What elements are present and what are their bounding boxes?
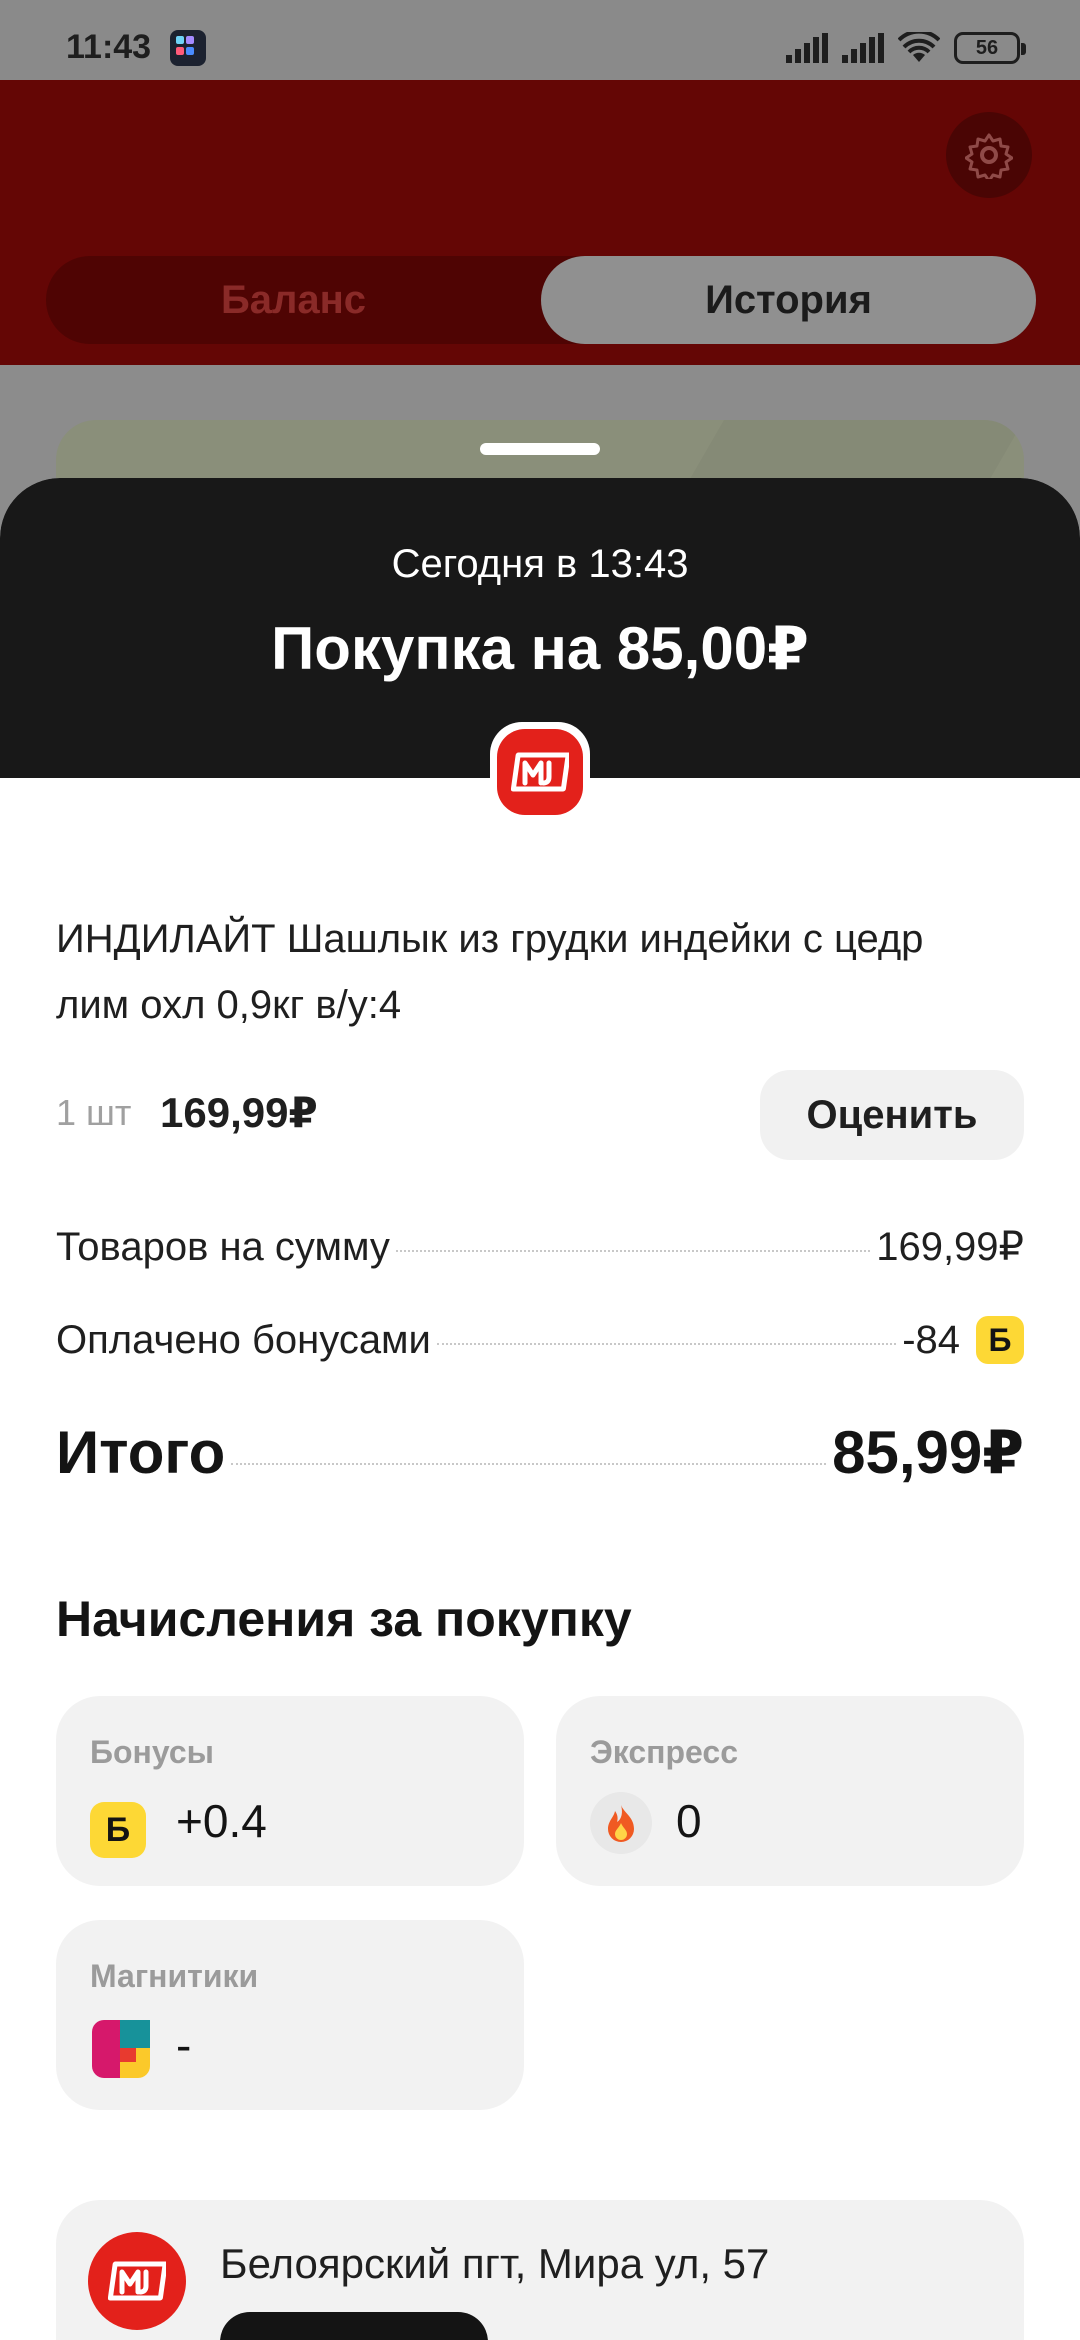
store-card[interactable]: Белоярский пгт, Мира ул, 57 <box>56 2200 1024 2340</box>
signal-icon <box>786 33 828 63</box>
goods-sum-label: Товаров на сумму <box>56 1225 390 1269</box>
store-action-button[interactable] <box>220 2312 488 2340</box>
total-value: 85,99₽ <box>832 1419 1024 1486</box>
signal-icon-2 <box>842 33 884 63</box>
bonus-icon: Б <box>976 1316 1024 1364</box>
leader-dots <box>231 1463 827 1465</box>
express-value: 0 <box>676 1795 702 1847</box>
total-label: Итого <box>56 1419 226 1486</box>
goods-sum-value: 169,99₽ <box>876 1225 1024 1269</box>
bonus-paid-label: Оплачено бонусами <box>56 1317 431 1362</box>
fire-icon <box>590 1792 652 1854</box>
bonus-paid-row: Оплачено бонусами -84 Б <box>56 1316 1024 1364</box>
balance-history-switch: Баланс История <box>46 256 1036 344</box>
bonuses-tile: Бонусы Б +0.4 <box>56 1696 524 1886</box>
leader-dots <box>436 1342 897 1345</box>
leader-dots <box>395 1250 871 1252</box>
status-time: 11:43 <box>66 28 152 66</box>
gear-icon <box>965 133 1013 179</box>
store-address: Белоярский пгт, Мира ул, 57 <box>220 2240 770 2287</box>
magnitiki-label: Магнитики <box>90 1958 259 1994</box>
goods-sum-row: Товаров на сумму 169,99₽ <box>56 1224 1024 1270</box>
magnit-logo-icon <box>511 752 569 792</box>
rate-button[interactable]: Оценить <box>760 1070 1024 1160</box>
status-icons: 56 <box>786 30 1026 66</box>
product-price: 169,99₽ <box>160 1089 318 1136</box>
product-name: ИНДИЛАЙТ Шашлык из грудки индейки с цедр… <box>56 917 924 1027</box>
store-logo-icon <box>88 2232 186 2330</box>
magnitiki-tile: Магнитики - <box>56 1920 524 2110</box>
bonus-icon: Б <box>90 1802 146 1858</box>
tab-history[interactable]: История <box>541 256 1036 344</box>
express-label: Экспресс <box>590 1734 738 1770</box>
magnitiki-icon <box>90 2018 152 2080</box>
total-row: Итого 85,99₽ <box>56 1418 1024 1488</box>
purchase-title: Покупка на 85,00₽ <box>271 615 809 682</box>
purchase-date: Сегодня в 13:43 <box>391 542 689 586</box>
sheet-grabber[interactable] <box>480 443 600 455</box>
accruals-title: Начисления за покупку <box>56 1591 632 1647</box>
store-logo <box>490 722 590 822</box>
magnitiki-value: - <box>176 2019 192 2071</box>
purchase-details-sheet: Сегодня в 13:43 Покупка на 85,00₽ ИНДИЛА… <box>0 478 1080 2340</box>
status-bar: 11:43 56 <box>0 0 1080 80</box>
settings-button[interactable] <box>946 112 1032 198</box>
bonuses-value: +0.4 <box>176 1795 267 1847</box>
bonus-paid-value: -84 <box>902 1317 960 1362</box>
wifi-icon <box>898 32 940 62</box>
bonus-paid-value-wrap: -84 Б <box>902 1316 1024 1364</box>
product-qty: 1 шт <box>56 1092 132 1133</box>
battery-indicator: 56 <box>954 32 1026 64</box>
express-tile: Экспресс 0 <box>556 1696 1024 1886</box>
tab-balance[interactable]: Баланс <box>46 256 541 344</box>
bonuses-label: Бонусы <box>90 1734 214 1770</box>
app-notification-icon <box>170 30 206 66</box>
